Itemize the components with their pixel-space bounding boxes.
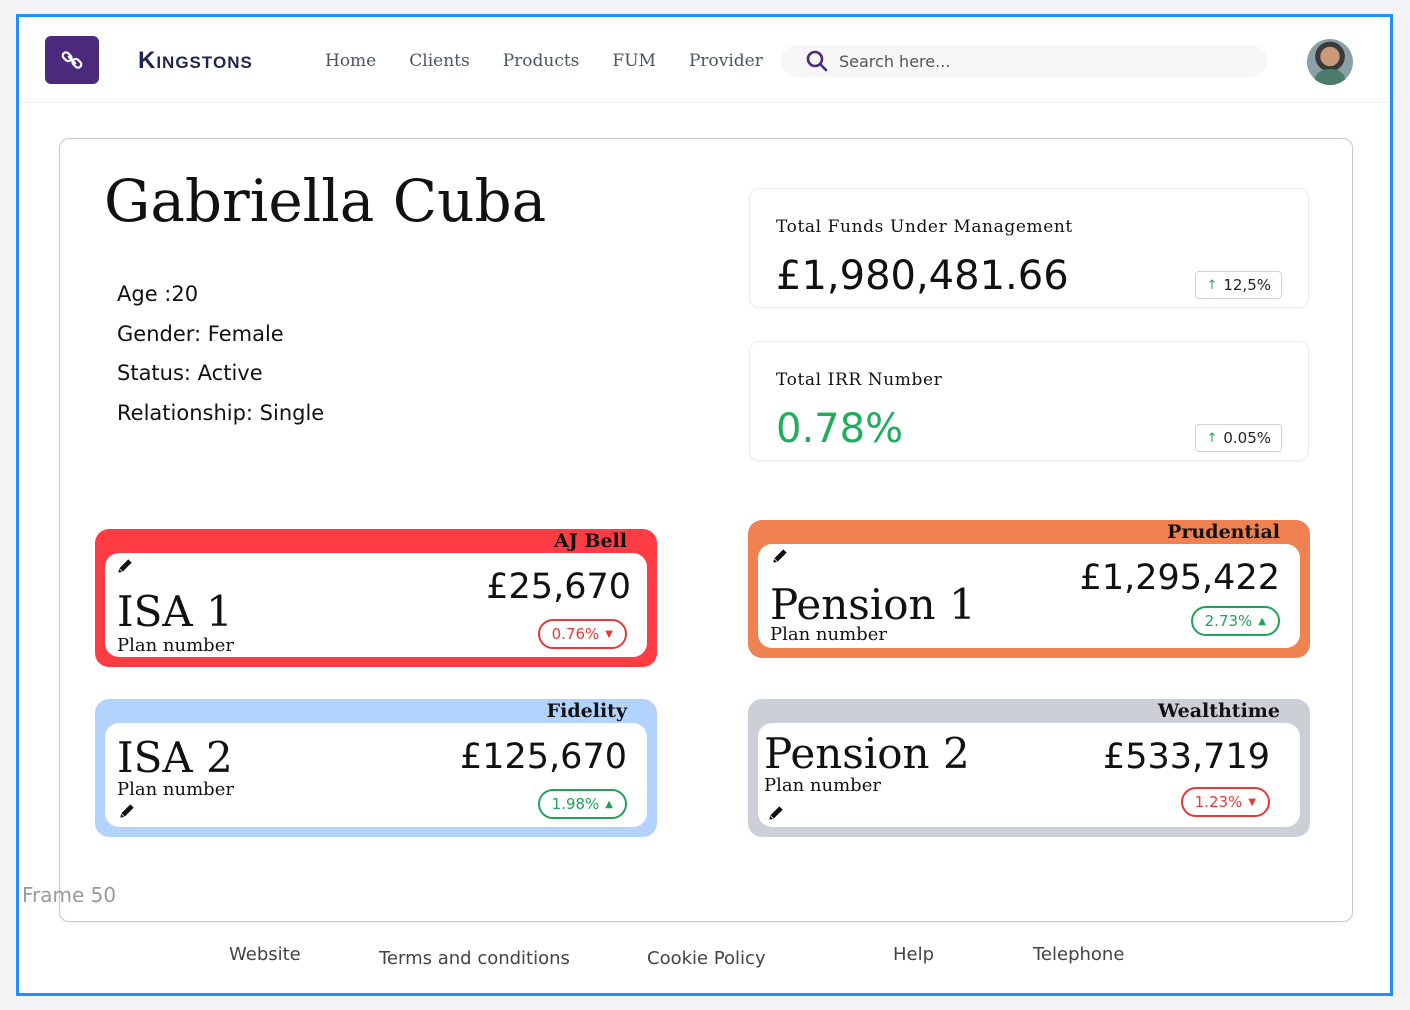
- plan-change-pill: 2.73% ▲: [1190, 606, 1280, 636]
- main-nav: Home Clients Products FUM Provider: [325, 51, 796, 71]
- edit-pencil-icon[interactable]: [117, 801, 137, 821]
- caret-down-icon: ▼: [605, 628, 613, 640]
- caret-up-icon: ▲: [1258, 615, 1266, 627]
- app-logo[interactable]: [45, 36, 99, 84]
- plan-card-body: ISA 2 Plan number £125,670 1.98% ▲: [105, 723, 647, 827]
- plan-card-pension2[interactable]: Wealthtime Pension 2 Plan number £533,71…: [748, 699, 1310, 837]
- plan-change-pill: 1.98% ▲: [537, 789, 627, 819]
- arrow-up-icon: ↑: [1206, 277, 1218, 293]
- brand-name[interactable]: Kingstons: [138, 47, 253, 75]
- nav-clients[interactable]: Clients: [409, 51, 469, 71]
- plan-card-pension1[interactable]: Prudential Pension 1 Plan number £1,295,…: [748, 520, 1310, 658]
- plan-change-pill: 0.76% ▼: [537, 619, 627, 649]
- edit-pencil-icon[interactable]: [115, 556, 135, 576]
- app-frame: Kingstons Home Clients Products FUM Prov…: [16, 14, 1393, 996]
- fum-stat-card: Total Funds Under Management £1,980,481.…: [749, 188, 1309, 308]
- plan-amount: £125,670: [459, 737, 627, 777]
- plan-card-isa1[interactable]: AJ Bell ISA 1 Plan number £25,670 0.76% …: [95, 529, 657, 667]
- footer-link-terms[interactable]: Terms and conditions: [365, 948, 584, 969]
- top-navbar: Kingstons Home Clients Products FUM Prov…: [19, 17, 1390, 103]
- client-status: Status: Active: [117, 361, 263, 385]
- nav-home[interactable]: Home: [325, 51, 376, 71]
- plan-change: 1.23%: [1194, 793, 1243, 811]
- plan-change-pill: 1.23% ▼: [1180, 787, 1270, 817]
- plan-name: Pension 2: [764, 729, 970, 778]
- footer-link-cookie-policy[interactable]: Cookie Policy: [633, 948, 780, 969]
- footer-link-website[interactable]: Website: [215, 944, 315, 965]
- plan-name: Pension 1: [770, 580, 976, 629]
- link-icon: [61, 51, 83, 69]
- plan-number-label: Plan number: [764, 775, 881, 796]
- plan-amount: £25,670: [486, 567, 631, 607]
- footer-link-help[interactable]: Help: [879, 944, 949, 965]
- search-icon: [806, 50, 828, 72]
- edit-pencil-icon[interactable]: [770, 546, 790, 566]
- plan-provider: Wealthtime: [1157, 700, 1280, 722]
- plan-card-body: Pension 2 Plan number £533,719 1.23% ▼: [758, 723, 1300, 827]
- irr-title: Total IRR Number: [776, 370, 943, 390]
- irr-value: 0.78%: [776, 406, 904, 452]
- footer-link-telephone[interactable]: Telephone: [1019, 944, 1139, 965]
- irr-stat-card: Total IRR Number 0.78% ↑ 0.05%: [749, 341, 1309, 461]
- frame-label: Frame 50: [22, 883, 117, 907]
- plan-provider: Prudential: [1167, 521, 1280, 543]
- plan-provider: Fidelity: [546, 700, 627, 722]
- search-bar[interactable]: [781, 45, 1267, 77]
- client-age: Age :20: [117, 282, 199, 306]
- client-gender: Gender: Female: [117, 321, 284, 346]
- irr-change-badge: ↑ 0.05%: [1195, 424, 1282, 452]
- plan-change: 2.73%: [1204, 612, 1253, 630]
- client-relationship: Relationship: Single: [117, 400, 325, 425]
- plan-amount: £533,719: [1102, 737, 1270, 777]
- plan-change: 1.98%: [551, 795, 600, 813]
- client-name: Gabriella Cuba: [104, 167, 547, 235]
- plan-card-isa2[interactable]: Fidelity ISA 2 Plan number £125,670 1.98…: [95, 699, 657, 837]
- plan-card-body: ISA 1 Plan number £25,670 0.76% ▼: [105, 553, 647, 657]
- plan-number-label: Plan number: [117, 779, 234, 800]
- fum-value: £1,980,481.66: [776, 253, 1069, 299]
- plan-name: ISA 1: [117, 587, 233, 636]
- client-card: Gabriella Cuba Age :20 Gender: Female St…: [59, 138, 1353, 922]
- plan-amount: £1,295,422: [1079, 558, 1280, 598]
- plan-provider: AJ Bell: [554, 530, 627, 552]
- nav-products[interactable]: Products: [503, 51, 580, 71]
- plan-number-label: Plan number: [117, 635, 234, 656]
- irr-change: 0.05%: [1223, 429, 1271, 447]
- nav-fum[interactable]: FUM: [612, 51, 656, 71]
- fum-change: 12,5%: [1223, 276, 1271, 294]
- arrow-up-icon: ↑: [1206, 430, 1218, 446]
- fum-change-badge: ↑ 12,5%: [1195, 271, 1282, 299]
- search-input[interactable]: [839, 51, 1239, 71]
- plan-number-label: Plan number: [770, 624, 887, 645]
- caret-up-icon: ▲: [605, 798, 613, 810]
- client-info: Age :20 Gender: Female Status: Active Re…: [117, 275, 324, 433]
- caret-down-icon: ▼: [1248, 796, 1256, 808]
- plan-change: 0.76%: [551, 625, 600, 643]
- nav-provider[interactable]: Provider: [689, 51, 763, 71]
- edit-pencil-icon[interactable]: [766, 803, 786, 823]
- plan-card-body: Pension 1 Plan number £1,295,422 2.73% ▲: [758, 544, 1300, 648]
- fum-title: Total Funds Under Management: [776, 217, 1073, 237]
- plan-name: ISA 2: [117, 733, 233, 782]
- user-avatar[interactable]: [1307, 39, 1353, 85]
